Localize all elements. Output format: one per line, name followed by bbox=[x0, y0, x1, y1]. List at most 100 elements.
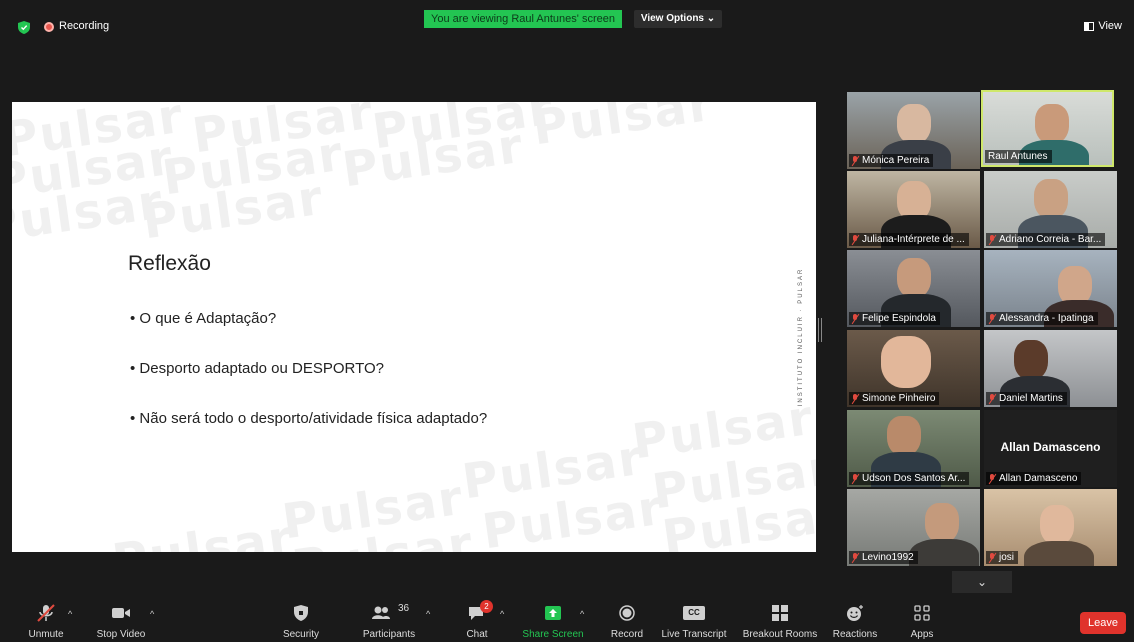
audio-options-caret[interactable]: ^ bbox=[68, 609, 72, 619]
apps-label: Apps bbox=[910, 629, 934, 640]
participant-nameplate: Felipe Espindola bbox=[849, 312, 940, 325]
apps-icon bbox=[914, 605, 930, 621]
participant-nameplate: Levino1992 bbox=[849, 551, 918, 564]
closed-caption-icon: CC bbox=[683, 606, 705, 620]
participant-nameplate: Udson Dos Santos Ar... bbox=[849, 472, 970, 485]
participant-tile[interactable]: Mónica Pereira bbox=[847, 92, 980, 169]
share-screen-label: Share Screen bbox=[522, 629, 584, 640]
chat-label: Chat bbox=[466, 629, 488, 640]
participant-nameplate: Simone Pinheiro bbox=[849, 392, 940, 405]
share-options-caret[interactable]: ^ bbox=[580, 609, 584, 619]
muted-mic-icon bbox=[852, 234, 859, 245]
participant-nameplate: Alessandra - Ipatinga bbox=[986, 312, 1098, 325]
muted-mic-icon bbox=[852, 155, 859, 166]
participant-nameplate: Mónica Pereira bbox=[849, 154, 934, 167]
security-shield-icon[interactable] bbox=[18, 21, 30, 34]
record-label: Record bbox=[610, 629, 644, 640]
participant-tile[interactable]: Simone Pinheiro bbox=[847, 330, 980, 407]
participant-video bbox=[897, 104, 931, 144]
meeting-top-bar: Recording You are viewing Raul Antunes' … bbox=[0, 0, 1134, 55]
slide-vertical-text: INSTITUTO INCLUIR · PULSAR bbox=[798, 267, 804, 407]
participant-tile-no-video[interactable]: Allan Damasceno Allan Damasceno bbox=[984, 410, 1117, 487]
participants-count: 36 bbox=[398, 603, 410, 614]
participant-tile[interactable]: Alessandra - Ipatinga bbox=[984, 250, 1117, 327]
video-camera-icon bbox=[112, 608, 130, 618]
share-screen-button[interactable]: Share Screen bbox=[520, 598, 586, 642]
stop-video-button[interactable]: Stop Video bbox=[94, 598, 148, 642]
security-button[interactable]: Security bbox=[272, 598, 330, 642]
chat-button[interactable]: 2 Chat bbox=[460, 598, 494, 642]
breakout-rooms-button[interactable]: Breakout Rooms bbox=[740, 598, 820, 642]
participants-people-icon bbox=[372, 606, 390, 619]
unmute-button[interactable]: Unmute bbox=[18, 598, 74, 642]
view-button[interactable]: View bbox=[1084, 20, 1122, 32]
gallery-scroll-down-button[interactable]: ⌄ bbox=[952, 571, 1012, 593]
muted-mic-icon bbox=[989, 552, 996, 563]
security-label: Security bbox=[282, 629, 320, 640]
participant-tile[interactable]: Udson Dos Santos Ar... bbox=[847, 410, 980, 487]
view-options-button[interactable]: View Options ⌄ bbox=[634, 10, 722, 28]
security-shield-icon bbox=[294, 605, 308, 621]
participant-video bbox=[1040, 505, 1074, 545]
reactions-emoji-icon bbox=[847, 605, 863, 621]
participant-video bbox=[1035, 104, 1069, 144]
participants-button[interactable]: 36 Participants bbox=[352, 598, 426, 642]
muted-microphone-icon bbox=[37, 604, 55, 622]
record-button[interactable]: Record bbox=[606, 598, 648, 642]
muted-mic-icon bbox=[852, 393, 859, 404]
slide-bullet: • Desporto adaptado ou DESPORTO? bbox=[130, 360, 385, 377]
participant-nameplate: Adriano Correia - Bar... bbox=[986, 233, 1106, 246]
reactions-button[interactable]: Reactions bbox=[828, 598, 882, 642]
view-label: View bbox=[1098, 20, 1122, 32]
participant-tile[interactable]: Juliana-Intérprete de ... bbox=[847, 171, 980, 248]
muted-mic-icon bbox=[852, 552, 859, 563]
shared-screen-slide: Pulsar Pulsar Pulsar Pulsar Pulsar Pulsa… bbox=[12, 102, 816, 552]
participants-label: Participants bbox=[362, 629, 416, 640]
participant-video bbox=[909, 539, 979, 566]
chat-unread-badge: 2 bbox=[480, 600, 493, 613]
video-options-caret[interactable]: ^ bbox=[150, 609, 154, 619]
record-icon bbox=[619, 605, 635, 621]
live-transcript-button[interactable]: CC Live Transcript bbox=[650, 598, 738, 642]
viewing-screen-banner: You are viewing Raul Antunes' screen bbox=[424, 10, 622, 28]
participant-tile[interactable]: Levino1992 bbox=[847, 489, 980, 566]
recording-label: Recording bbox=[59, 20, 110, 32]
participant-video bbox=[1024, 541, 1094, 566]
participant-tile[interactable]: Adriano Correia - Bar... bbox=[984, 171, 1117, 248]
breakout-rooms-label: Breakout Rooms bbox=[742, 629, 818, 640]
unmute-label: Unmute bbox=[28, 629, 64, 640]
slide-bullet: • Não será todo o desporto/atividade fís… bbox=[130, 410, 488, 427]
view-layout-icon bbox=[1084, 21, 1095, 31]
apps-button[interactable]: Apps bbox=[900, 598, 944, 642]
participant-nameplate: Daniel Martins bbox=[986, 392, 1067, 405]
participant-nameplate: Juliana-Intérprete de ... bbox=[849, 233, 969, 246]
participant-tile[interactable]: Daniel Martins bbox=[984, 330, 1117, 407]
muted-mic-icon bbox=[989, 234, 996, 245]
muted-mic-icon bbox=[989, 473, 996, 484]
muted-mic-icon bbox=[989, 393, 996, 404]
live-transcript-label: Live Transcript bbox=[661, 629, 727, 640]
chat-options-caret[interactable]: ^ bbox=[500, 609, 504, 619]
participant-nameplate: josi bbox=[986, 551, 1019, 564]
leave-meeting-button[interactable]: Leave bbox=[1080, 612, 1126, 634]
participant-video bbox=[887, 416, 921, 456]
reactions-label: Reactions bbox=[832, 629, 878, 640]
muted-mic-icon bbox=[852, 313, 859, 324]
participant-tile-active-speaker[interactable]: Raul Antunes bbox=[981, 90, 1114, 167]
participant-video bbox=[1014, 340, 1048, 380]
share-screen-arrow-icon bbox=[545, 606, 561, 620]
participant-tile[interactable]: Felipe Espindola bbox=[847, 250, 980, 327]
participant-tile[interactable]: josi bbox=[984, 489, 1117, 566]
muted-mic-icon bbox=[852, 473, 859, 484]
participant-display-name: Allan Damasceno bbox=[1000, 440, 1101, 454]
participant-nameplate: Allan Damasceno bbox=[986, 472, 1082, 485]
participant-video bbox=[881, 336, 931, 388]
split-drag-handle[interactable] bbox=[818, 318, 822, 342]
stop-video-label: Stop Video bbox=[96, 629, 146, 640]
participant-video bbox=[925, 503, 959, 543]
watermark: Pulsar bbox=[528, 102, 718, 157]
slide-bullet: • O que é Adaptação? bbox=[130, 310, 277, 327]
participants-options-caret[interactable]: ^ bbox=[426, 609, 430, 619]
participant-nameplate: Raul Antunes bbox=[985, 150, 1052, 163]
slide-title: Reflexão bbox=[128, 252, 211, 275]
